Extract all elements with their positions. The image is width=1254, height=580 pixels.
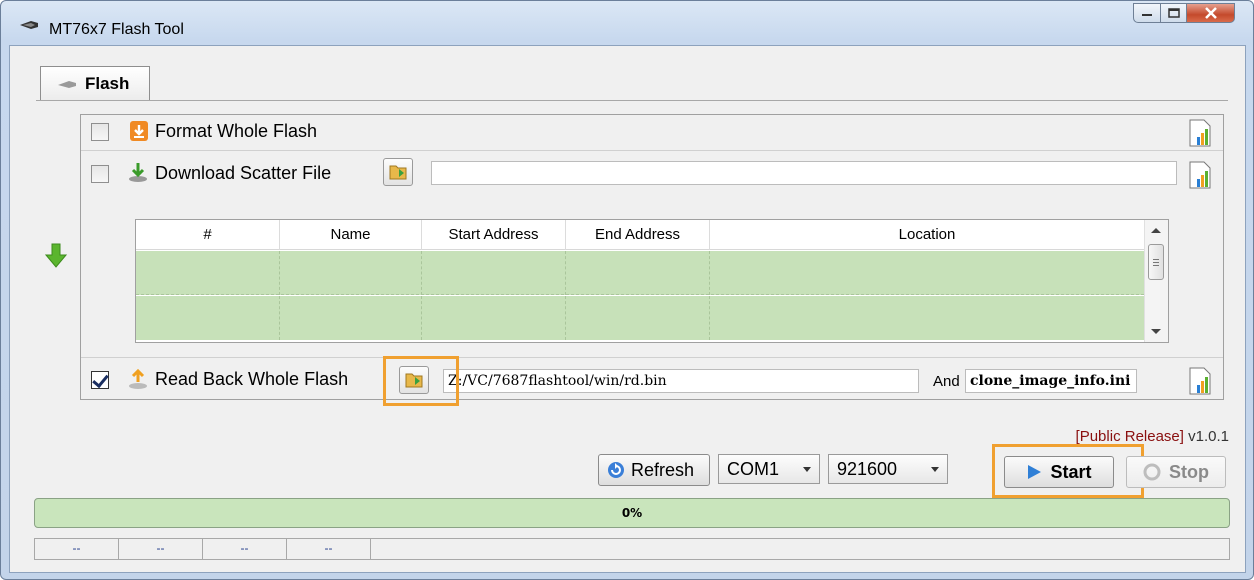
scroll-down-icon[interactable]	[1151, 329, 1161, 334]
format-icon	[130, 121, 148, 141]
readback-path-input[interactable]: Z:/VC/7687flashtool/win/rd.bin	[443, 369, 919, 393]
highlight-browse	[383, 356, 459, 406]
release-type: [Public Release]	[1075, 428, 1184, 445]
com-port-select[interactable]: COM1	[718, 454, 820, 484]
flash-tab-icon	[58, 80, 76, 88]
stop-icon	[1143, 463, 1161, 481]
table-row[interactable]	[136, 296, 1144, 340]
scroll-thumb[interactable]	[1148, 244, 1164, 280]
table-cell	[710, 296, 1144, 340]
col-header[interactable]: Location	[710, 220, 1144, 250]
minimize-icon	[1142, 14, 1152, 16]
separator	[81, 150, 1223, 151]
table-cell	[566, 296, 710, 340]
and-label: And	[933, 373, 960, 390]
tab-flash[interactable]: Flash	[40, 66, 150, 100]
tab-panel-border	[36, 100, 1228, 101]
tab-flash-label: Flash	[85, 73, 130, 93]
readback-label: Read Back Whole Flash	[155, 369, 349, 389]
refresh-icon	[608, 462, 624, 478]
window-title: MT76x7 Flash Tool	[49, 21, 184, 38]
format-doc-icon[interactable]	[1189, 119, 1211, 147]
table-cell	[422, 296, 566, 340]
table-cell	[566, 251, 710, 295]
status-cell	[370, 538, 1230, 560]
status-cell: --	[118, 538, 202, 560]
folder-icon	[389, 165, 407, 180]
title-bar: MT76x7 Flash Tool	[1, 1, 1253, 45]
baud-rate-select[interactable]: 921600	[828, 454, 948, 484]
separator	[81, 357, 1223, 358]
download-checkbox[interactable]	[91, 165, 109, 183]
close-button[interactable]	[1187, 3, 1235, 23]
highlight-start	[992, 444, 1144, 498]
col-header[interactable]: Start Address	[422, 220, 566, 250]
table-scrollbar[interactable]	[1144, 220, 1168, 342]
close-icon	[1204, 7, 1217, 19]
download-doc-icon[interactable]	[1189, 161, 1211, 189]
status-cell: --	[34, 538, 118, 560]
table-header: # Name Start Address End Address Locatio…	[136, 220, 1144, 250]
partition-table[interactable]: # Name Start Address End Address Locatio…	[135, 219, 1169, 343]
format-checkbox[interactable]	[91, 123, 109, 141]
refresh-label: Refresh	[631, 459, 695, 480]
scatter-file-input[interactable]	[431, 161, 1177, 185]
table-cell	[136, 251, 280, 295]
col-header[interactable]: End Address	[566, 220, 710, 250]
status-cell: --	[286, 538, 370, 560]
table-row[interactable]	[136, 251, 1144, 295]
maximize-icon	[1167, 8, 1180, 18]
arrow-down-icon	[45, 243, 67, 268]
readback-doc-icon[interactable]	[1189, 367, 1211, 395]
col-header[interactable]: #	[136, 220, 280, 250]
table-cell	[422, 251, 566, 295]
scroll-up-icon[interactable]	[1151, 228, 1161, 233]
download-icon	[129, 163, 147, 182]
window-controls	[1133, 3, 1235, 37]
readback-checkbox[interactable]	[91, 371, 109, 389]
table-cell	[280, 296, 422, 340]
format-label: Format Whole Flash	[155, 121, 318, 141]
refresh-button[interactable]: Refresh	[598, 454, 710, 486]
app-icon	[20, 21, 38, 29]
download-label: Download Scatter File	[155, 163, 332, 183]
com-port-value: COM1	[727, 458, 780, 479]
readback-icon	[129, 368, 147, 389]
app-window: MT76x7 Flash Tool Flash Format Whole Fla…	[0, 0, 1254, 580]
stop-label: Stop	[1169, 461, 1209, 482]
stop-button[interactable]: Stop	[1126, 456, 1226, 488]
col-header[interactable]: Name	[280, 220, 422, 250]
status-cell: --	[202, 538, 286, 560]
status-bar: -- -- -- --	[34, 538, 1230, 560]
progress-text: 0%	[621, 506, 643, 520]
version-number: v1.0.1	[1188, 428, 1229, 445]
table-cell	[710, 251, 1144, 295]
ini-file-input[interactable]: clone_image_info.ini	[965, 369, 1137, 393]
minimize-button[interactable]	[1133, 3, 1161, 23]
chevron-down-icon	[931, 466, 939, 472]
version-label: [Public Release] v1.0.1	[1076, 428, 1229, 445]
maximize-button[interactable]	[1161, 3, 1187, 23]
table-cell	[280, 251, 422, 295]
client-area: Flash Format Whole Flash Download Scatte…	[9, 45, 1246, 573]
progress-bar: 0%	[34, 498, 1230, 528]
chevron-down-icon	[803, 466, 811, 472]
download-browse-button[interactable]	[383, 158, 413, 186]
baud-rate-value: 921600	[837, 458, 898, 479]
table-cell	[136, 296, 280, 340]
operations-group: Format Whole Flash Download Scatter File	[45, 114, 1224, 406]
